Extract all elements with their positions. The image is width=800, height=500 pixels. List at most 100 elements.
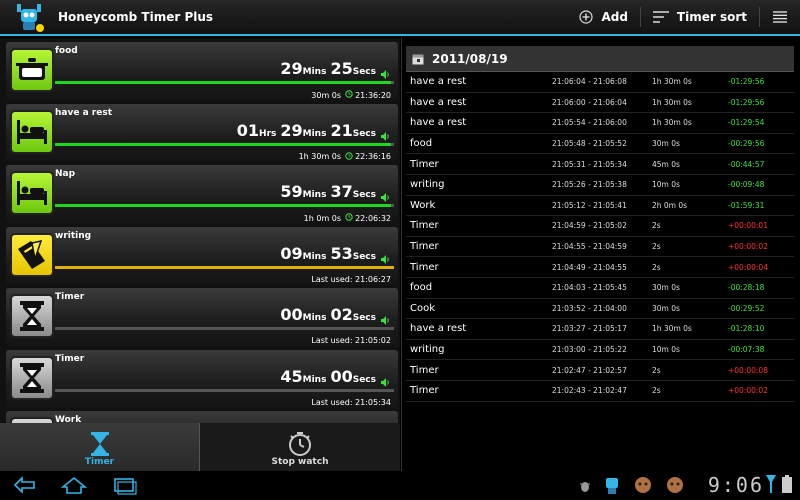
time-unit: Secs (352, 251, 376, 262)
log-row[interactable]: Timer 21:05:31 - 21:05:34 45m 0s -00:44:57 (406, 154, 794, 175)
timer-sort-button[interactable]: Timer sort (641, 0, 759, 35)
tab-timer[interactable]: Timer (0, 423, 200, 471)
time-value: 25 (330, 59, 353, 78)
time-value: 00 (330, 366, 353, 386)
timer-item[interactable]: have a rest 01Hrs 29Mins 21Secs 1h 30m 0s 22:… (6, 103, 398, 162)
home-button[interactable] (60, 475, 88, 499)
history-log[interactable]: 2011/08/19 have a rest 21:06:04 - 21:06:0… (406, 46, 794, 446)
log-duration: 2s (652, 365, 661, 375)
log-time-range: 21:05:48 - 21:05:52 (552, 139, 627, 149)
log-name: Timer (410, 241, 439, 253)
log-difference: -00:29:52 (728, 303, 765, 313)
add-label: Add (601, 10, 628, 24)
log-row[interactable]: Timer 21:04:55 - 21:04:59 2s +00:00:02 (406, 237, 794, 258)
log-difference: -01:29:56 (728, 77, 765, 87)
timer-footer: 1h 30m 0s 22:36:16 (299, 151, 391, 162)
log-difference: -01:59:31 (728, 200, 765, 210)
log-row[interactable]: have a rest 21:06:00 - 21:06:04 1h 30m 0s -… (406, 93, 794, 114)
bug-notification-icon (578, 478, 592, 497)
timer-item[interactable]: Work (6, 411, 398, 423)
time-unit: Mins (302, 128, 327, 139)
bed-icon[interactable] (10, 109, 54, 154)
pen-icon[interactable] (10, 232, 54, 277)
alarm-clock-icon (345, 213, 353, 221)
timer-progress-bar (55, 327, 394, 330)
timer-item[interactable]: Timer 45Mins 00Secs Last used: 21:05:34 (6, 349, 398, 408)
hourglass-tab-icon (90, 432, 109, 456)
timer-item[interactable]: writing 09Mins 53Secs Last used: 21:06:27 (6, 226, 398, 285)
log-row[interactable]: Timer 21:04:49 - 21:04:55 2s +00:00:04 (406, 257, 794, 278)
hourglass-icon[interactable] (10, 294, 54, 338)
stopwatch-icon (289, 432, 311, 456)
volume-icon (381, 254, 389, 264)
user-notification-icon (632, 474, 654, 500)
log-name: food (410, 138, 433, 150)
log-row[interactable]: writing 21:05:26 - 21:05:38 10m 0s -00:09:4… (406, 175, 794, 196)
log-row[interactable]: food 21:05:48 - 21:05:52 30m 0s -00:29:56 (406, 134, 794, 155)
alarm-clock-icon (341, 213, 355, 223)
time-value: 59 (280, 182, 303, 201)
timer-name: Work (55, 415, 82, 423)
add-button[interactable]: Add (567, 0, 639, 35)
log-duration: 1h 30m 0s (652, 324, 692, 334)
pot-icon[interactable] (10, 48, 54, 92)
alarm-clock-icon (341, 90, 355, 100)
log-time-range: 21:04:03 - 21:05:45 (552, 283, 627, 293)
volume-icon (381, 377, 389, 387)
log-name: have a rest (410, 117, 467, 129)
log-rows: have a rest 21:06:04 - 21:06:08 1h 30m 0s -… (406, 72, 794, 402)
log-time-range: 21:05:31 - 21:05:34 (552, 159, 627, 169)
tab-stopwatch[interactable]: Stop watch (200, 423, 400, 471)
log-row[interactable]: food 21:04:03 - 21:05:45 30m 0s -00:28:18 (406, 278, 794, 299)
timer-list[interactable]: food 29Mins 25Secs 30m 0s 21:36:20 have a res… (0, 38, 400, 423)
log-time-range: 21:02:47 - 21:02:57 (552, 365, 627, 375)
time-unit: Mins (302, 67, 327, 77)
hourglass-icon[interactable] (10, 355, 54, 400)
timer-remaining: 00Mins 02Secs (280, 305, 376, 324)
time-unit: Mins (302, 190, 327, 200)
log-row[interactable]: Timer 21:02:47 - 21:02:57 2s +00:00:08 (406, 360, 794, 381)
log-name: Work (410, 199, 436, 211)
log-name: writing (410, 179, 445, 191)
log-row[interactable]: writing 21:03:00 - 21:05:22 10m 0s -00:07:3… (406, 340, 794, 361)
log-name: Timer (410, 364, 439, 376)
log-time-range: 21:05:54 - 21:06:00 (552, 118, 627, 128)
timer-duration: Last used: 21:05:34 (311, 397, 391, 407)
log-row[interactable]: Work 21:05:12 - 21:05:41 2h 0m 0s -01:59:31 (406, 196, 794, 217)
date-label: 2011/08/19 (432, 51, 508, 66)
signal-icon (766, 475, 776, 497)
time-value: 00 (280, 305, 303, 324)
timer-item[interactable]: food 29Mins 25Secs 30m 0s 21:36:20 (6, 42, 398, 100)
timer-end-time: 22:06:32 (355, 213, 391, 223)
log-row[interactable]: Timer 21:04:59 - 21:05:02 2s +00:00:01 (406, 216, 794, 237)
sort-icon (652, 11, 669, 23)
bed-icon[interactable] (10, 171, 54, 215)
back-icon (13, 476, 35, 494)
log-row[interactable]: Cook 21:03:52 - 21:04:00 30m 0s -00:29:52 (406, 299, 794, 320)
recent-apps-button[interactable] (110, 475, 138, 499)
time-value: 21 (330, 120, 353, 140)
log-difference: -00:44:57 (728, 159, 765, 169)
recent-apps-icon (114, 478, 137, 495)
back-button[interactable] (12, 475, 40, 499)
volume-icon (381, 70, 389, 79)
timer-item[interactable]: Timer 00Mins 02Secs Last used: 21:05:02 (6, 288, 398, 346)
time-unit: Secs (352, 190, 376, 200)
time-value: 29 (280, 59, 303, 78)
timer-name: Nap (55, 169, 76, 179)
time-value: 09 (280, 243, 303, 263)
log-time-range: 21:05:26 - 21:05:38 (552, 180, 627, 190)
battery-icon (782, 475, 792, 497)
time-unit: Secs (352, 313, 376, 323)
overflow-menu-button[interactable] (760, 0, 800, 35)
log-row[interactable]: have a rest 21:03:27 - 21:05:17 1h 30m 0s -… (406, 319, 794, 340)
timer-item[interactable]: Nap 59Mins 37Secs 1h 0m 0s 22:06:32 (6, 165, 398, 223)
log-row[interactable]: have a rest 21:05:54 - 21:06:00 1h 30m 0s -… (406, 113, 794, 134)
log-name: Cook (410, 302, 436, 314)
log-row[interactable]: Timer 21:02:43 - 21:02:47 2s +00:00:02 (406, 381, 794, 402)
timer-progress-fill (55, 265, 394, 269)
log-duration: 2h 0m 0s (652, 200, 688, 210)
log-duration: 30m 0s (652, 283, 680, 293)
log-row[interactable]: have a rest 21:06:04 - 21:06:08 1h 30m 0s -… (406, 72, 794, 93)
timer-footer: Last used: 21:05:02 (311, 336, 391, 345)
